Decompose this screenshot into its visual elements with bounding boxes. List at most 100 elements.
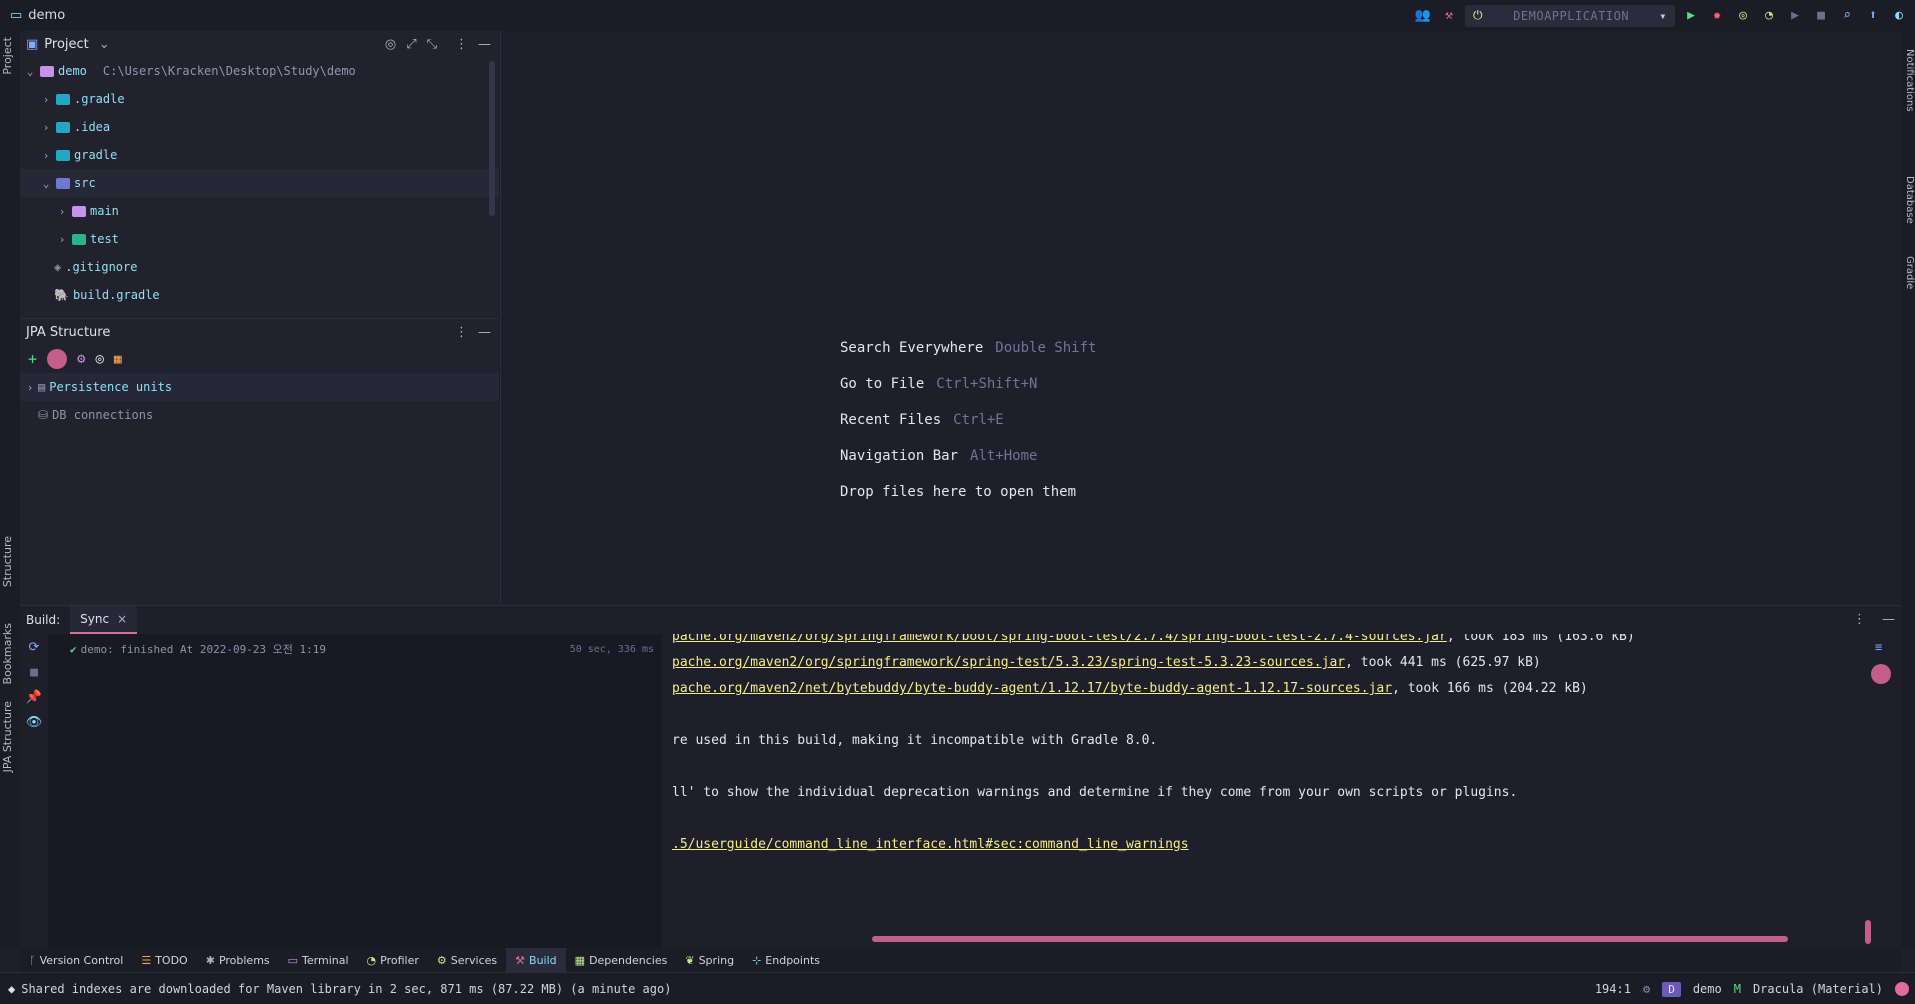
console-line: pache.org/maven2/org/springframework/boo… — [672, 634, 1635, 644]
chevron-down-icon: ▾ — [1659, 8, 1667, 23]
left-tab-project[interactable]: Project — [1, 37, 14, 75]
tab-todo[interactable]: ☰ TODO — [132, 948, 196, 972]
status-theme[interactable]: Dracula (Material) — [1753, 982, 1883, 996]
chevron-down-icon[interactable]: ⌄ — [22, 65, 38, 78]
hide-icon[interactable]: — — [478, 325, 491, 340]
build-tab-bar: Build: Sync × ⋮ — — [20, 606, 1901, 634]
status-message[interactable]: ◆ Shared indexes are downloaded for Mave… — [8, 982, 671, 996]
tab-sync[interactable]: Sync × — [70, 606, 138, 634]
build-console[interactable]: pache.org/maven2/org/springframework/boo… — [662, 634, 1862, 949]
hammer-icon: ⚒ — [515, 953, 526, 967]
tab-services[interactable]: ⚙ Services — [428, 948, 506, 972]
right-tab-gradle[interactable]: Gradle — [1904, 256, 1915, 289]
tree-item-idea[interactable]: › .idea — [20, 113, 499, 141]
right-tab-notifications[interactable]: Notifications — [1904, 49, 1915, 112]
tab-dependencies[interactable]: ▦ Dependencies — [566, 948, 677, 972]
db-view-icon[interactable]: ▦ — [114, 352, 122, 367]
scroll-to-end-icon[interactable] — [1871, 664, 1891, 684]
eye-icon[interactable]: 👁 — [26, 715, 43, 730]
collapse-all-icon[interactable]: ⤡ — [427, 37, 437, 52]
hammer-icon[interactable]: ⚒ — [1439, 6, 1459, 26]
hide-icon[interactable]: — — [1882, 612, 1895, 627]
tree-item-build-gradle[interactable]: 🐘 build.gradle — [20, 281, 499, 309]
console-link[interactable]: .5/userguide/command_line_interface.html… — [672, 837, 1189, 852]
debug-icon[interactable]: ✹ — [1707, 6, 1727, 26]
tree-item-demo[interactable]: ⌄ demo C:\Users\Kracken\Desktop\Study\de… — [20, 57, 499, 85]
hint-recent-files: Recent Files Ctrl+E — [840, 412, 1004, 428]
tree-item-db-connections[interactable]: ⛁ DB connections — [20, 401, 499, 429]
profile-icon[interactable]: ◔ — [1759, 6, 1779, 26]
tab-terminal[interactable]: ▭ Terminal — [279, 948, 358, 972]
console-horizontal-scrollbar[interactable] — [872, 936, 1788, 942]
project-switcher[interactable]: ▭ demo — [10, 8, 65, 23]
build-result-row[interactable]: ✔ demo: finished At 2022-09-23 오전 1:19 5… — [48, 638, 662, 660]
tree-item-gradle[interactable]: › gradle — [20, 141, 499, 169]
console-link[interactable]: pache.org/maven2/org/springframework/boo… — [672, 634, 1447, 644]
pin-icon[interactable]: 📌 — [26, 690, 42, 705]
left-tab-bookmarks[interactable]: Bookmarks — [1, 623, 14, 684]
tree-item-test[interactable]: › test — [20, 225, 499, 253]
chevron-right-icon[interactable]: › — [54, 233, 70, 246]
assistant-icon[interactable]: ◐ — [1889, 6, 1909, 26]
settings-icon[interactable]: ⚙ — [77, 351, 85, 367]
stop-icon[interactable]: ■ — [30, 665, 38, 680]
run-stop-icon[interactable]: ▶ — [1785, 6, 1805, 26]
run-configuration-select[interactable]: ⏻ DEMOAPPLICATION ▾ — [1465, 4, 1675, 27]
folder-icon — [56, 121, 70, 133]
run-icon[interactable]: ▶ — [1681, 6, 1701, 26]
chevron-right-icon[interactable]: › — [54, 205, 70, 218]
left-tab-jpa-structure[interactable]: JPA Structure — [1, 701, 14, 772]
more-options-icon[interactable]: ⋮ — [455, 325, 468, 340]
console-link[interactable]: pache.org/maven2/net/bytebuddy/byte-budd… — [672, 681, 1392, 696]
more-options-icon[interactable]: ⋮ — [1853, 612, 1866, 627]
chevron-right-icon[interactable]: › — [38, 93, 54, 106]
users-icon[interactable]: 👥 — [1413, 6, 1433, 26]
project-panel-title[interactable]: Project — [44, 37, 88, 52]
tree-item-persistence-units[interactable]: › ▤ Persistence units — [20, 373, 499, 401]
hide-icon[interactable]: — — [478, 37, 491, 52]
tab-profiler[interactable]: ◔ Profiler — [358, 948, 428, 972]
jpa-buddy-icon[interactable] — [47, 349, 68, 369]
console-vertical-scrollbar[interactable] — [1865, 920, 1871, 944]
refresh-icon[interactable]: ⟳ — [29, 640, 40, 655]
tab-build[interactable]: ⚒ Build — [506, 948, 566, 972]
chevron-right-icon[interactable]: › — [22, 381, 38, 394]
target-icon[interactable]: ◎ — [95, 351, 103, 367]
soft-wrap-icon[interactable]: ≡ — [1875, 640, 1882, 654]
success-check-icon: ✔ — [70, 642, 77, 656]
stop-icon[interactable]: ■ — [1811, 6, 1831, 26]
tab-problems[interactable]: ✱ Problems — [197, 948, 279, 972]
user-badge[interactable]: D — [1662, 981, 1681, 997]
status-project[interactable]: demo — [1693, 982, 1722, 996]
persistence-icon: ▤ — [38, 380, 46, 394]
tab-spring[interactable]: ❦ Spring — [676, 948, 743, 972]
coverage-icon[interactable]: ◎ — [1733, 6, 1753, 26]
spring-icon: ❦ — [685, 953, 695, 967]
locate-icon[interactable]: ◎ — [385, 37, 396, 52]
tree-item-src[interactable]: ⌄ src — [20, 169, 499, 197]
add-icon[interactable]: + — [28, 350, 37, 368]
tab-version-control[interactable]: ᚴ Version Control — [20, 948, 132, 972]
close-icon[interactable]: × — [117, 612, 127, 626]
more-options-icon[interactable]: ⋮ — [455, 37, 468, 52]
right-tab-database[interactable]: Database — [1904, 176, 1915, 224]
search-icon[interactable]: ⌕ — [1837, 6, 1857, 26]
cursor-position[interactable]: 194:1 — [1595, 982, 1631, 996]
chevron-right-icon[interactable]: › — [38, 121, 54, 134]
tree-item-gitignore[interactable]: ◈ .gitignore — [20, 253, 499, 281]
chevron-down-icon[interactable]: ⌄ — [38, 177, 54, 190]
tab-endpoints[interactable]: ⊹ Endpoints — [743, 948, 829, 972]
chevron-right-icon[interactable]: › — [38, 149, 54, 162]
notification-dot-icon[interactable] — [1895, 982, 1909, 996]
project-scrollbar[interactable] — [489, 61, 495, 216]
chevron-down-icon[interactable]: ⌄ — [99, 37, 110, 52]
settings-sync-icon[interactable]: ⚙ — [1643, 982, 1650, 996]
editor-empty-area[interactable]: Search Everywhere Double Shift Go to File… — [500, 31, 1901, 605]
gitignore-icon: ◈ — [54, 260, 62, 274]
expand-all-icon[interactable]: ⤢ — [406, 37, 416, 52]
tree-item-main[interactable]: › main — [20, 197, 499, 225]
console-link[interactable]: pache.org/maven2/org/springframework/spr… — [672, 655, 1345, 670]
update-icon[interactable]: ⬆ — [1863, 6, 1883, 26]
tree-item-gradle-cache[interactable]: › .gradle — [20, 85, 499, 113]
left-tab-structure[interactable]: Structure — [1, 536, 14, 587]
